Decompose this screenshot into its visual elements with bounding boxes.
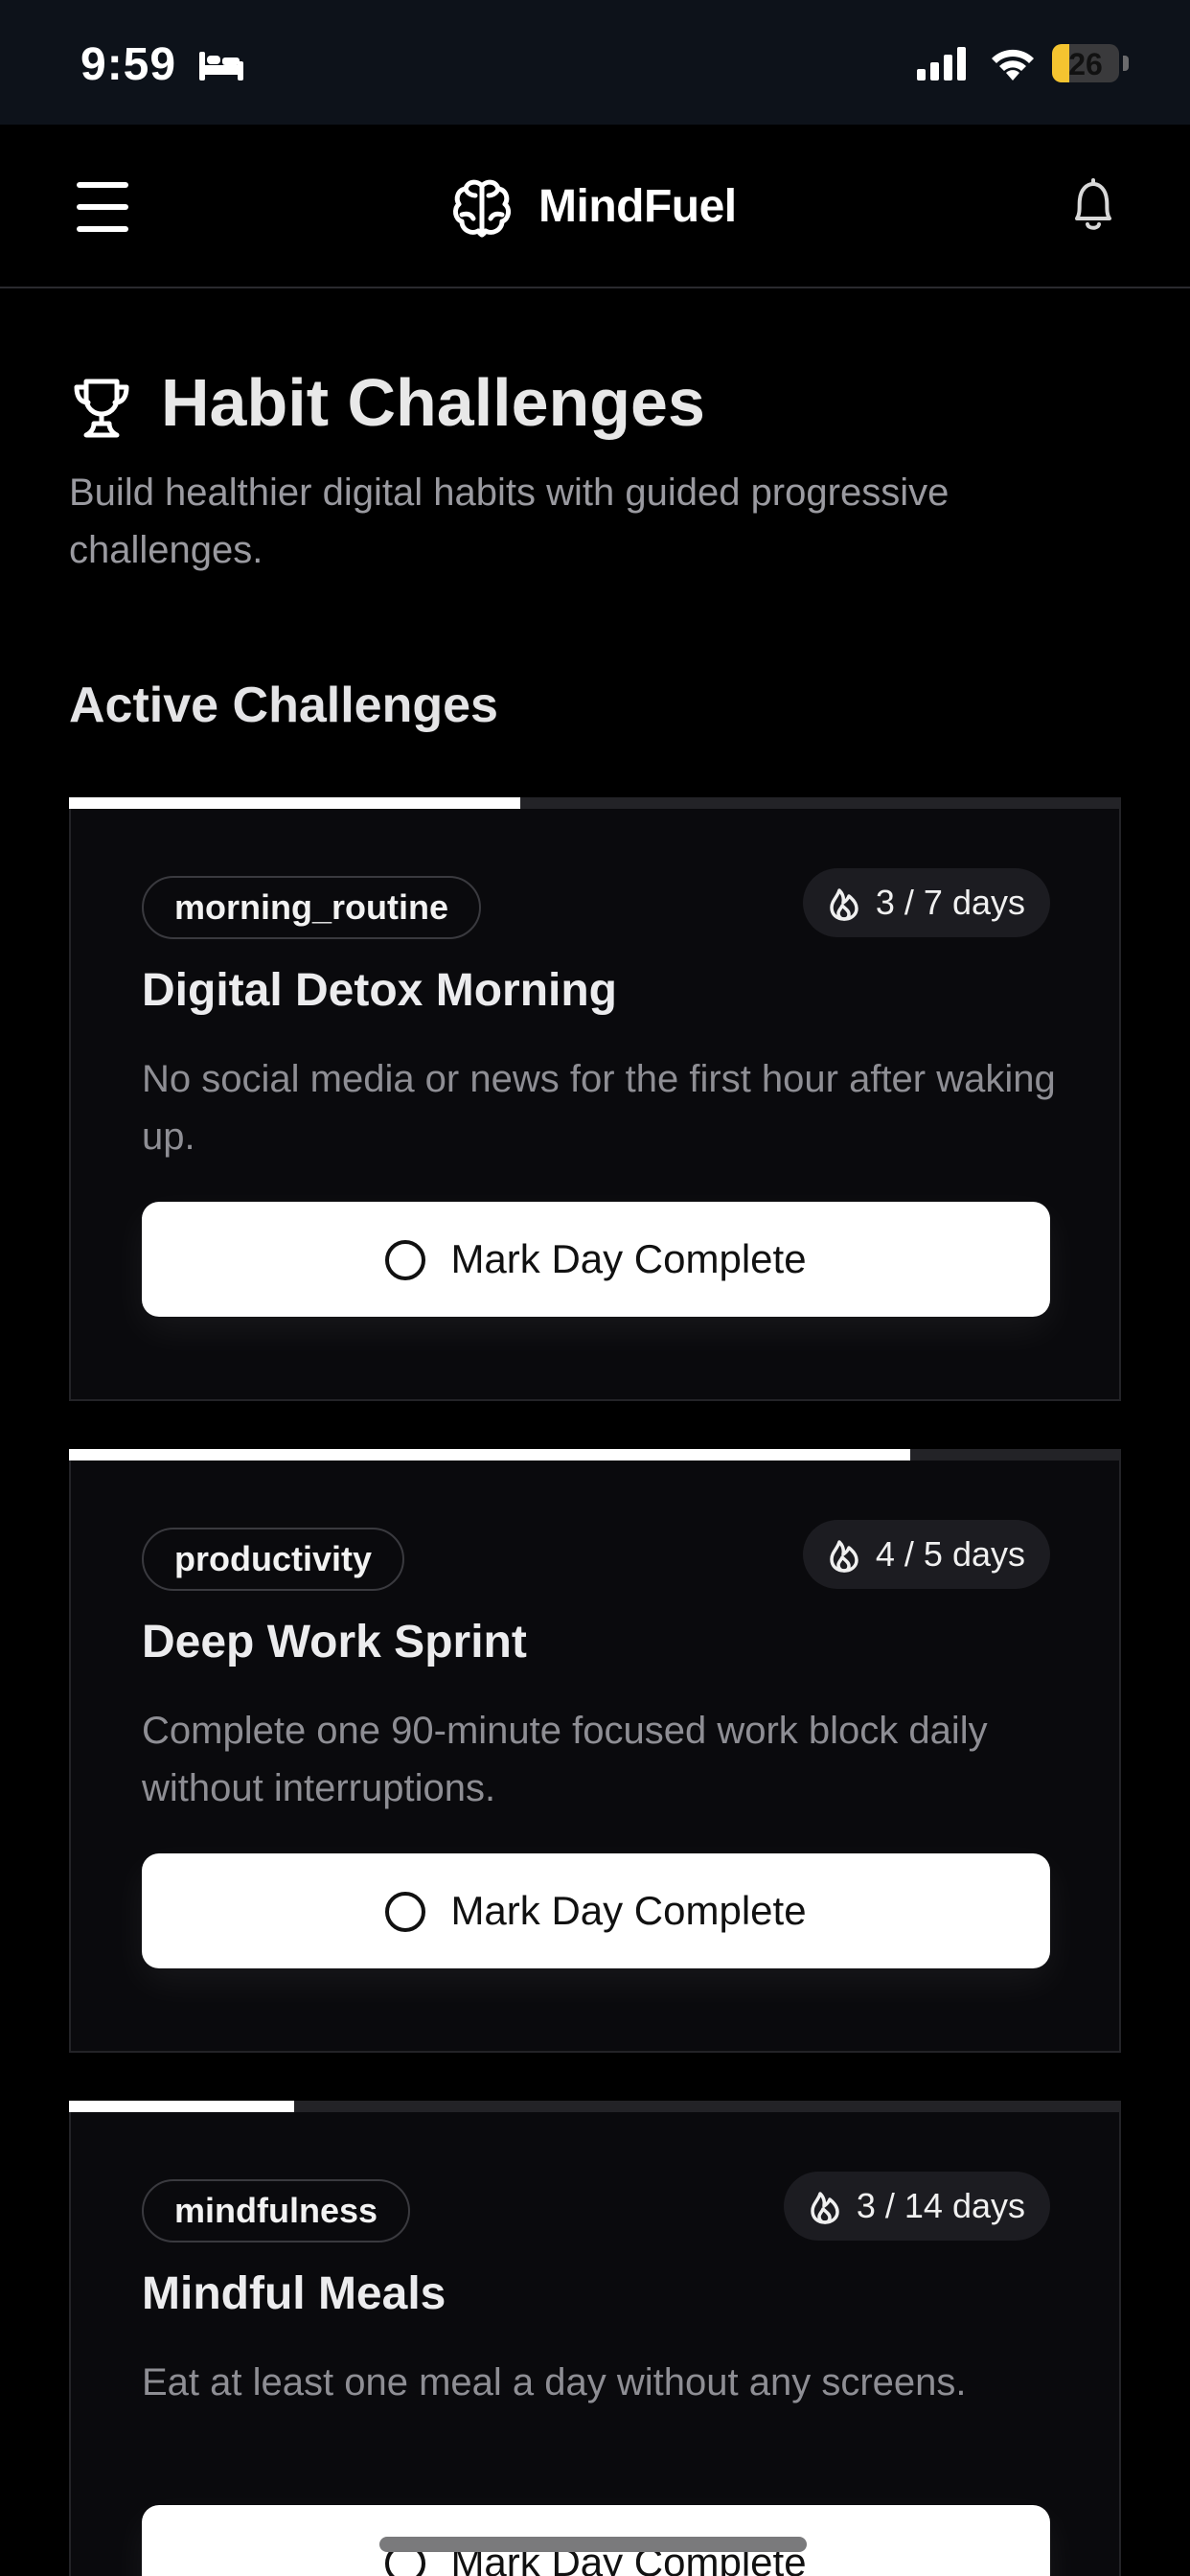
challenge-days-label: 3 / 7 days bbox=[875, 883, 1025, 922]
battery-level: 26 bbox=[1068, 47, 1103, 81]
flame-icon bbox=[830, 1540, 858, 1573]
challenge-days-badge: 3 / 7 days bbox=[802, 868, 1050, 937]
home-indicator[interactable] bbox=[379, 2537, 807, 2552]
bed-icon bbox=[199, 52, 243, 80]
challenge-category-tag: morning_routine bbox=[142, 876, 481, 939]
challenge-card: productivity 4 / 5 days Deep Work Sprint… bbox=[69, 1449, 1121, 2053]
mark-day-complete-label: Mark Day Complete bbox=[450, 1888, 807, 1933]
challenge-category-tag: mindfulness bbox=[142, 2179, 411, 2242]
challenge-card: morning_routine 3 / 7 days Digital Detox… bbox=[69, 797, 1121, 1401]
challenge-progress-fill bbox=[69, 797, 520, 809]
challenge-days-label: 4 / 5 days bbox=[875, 1534, 1025, 1574]
challenge-days-label: 3 / 14 days bbox=[856, 2186, 1025, 2225]
challenge-progress-bar bbox=[69, 2101, 1121, 2112]
menu-icon-line bbox=[77, 226, 128, 232]
mark-day-complete-label: Mark Day Complete bbox=[450, 1236, 807, 1281]
trophy-icon bbox=[74, 379, 129, 438]
battery-tip bbox=[1123, 56, 1129, 71]
challenge-days-badge: 3 / 14 days bbox=[783, 2172, 1050, 2241]
section-title: Active Challenges bbox=[69, 678, 498, 733]
page-title: Habit Challenges bbox=[161, 365, 705, 440]
flame-icon bbox=[811, 2192, 839, 2224]
brand-logo[interactable]: MindFuel bbox=[450, 172, 767, 242]
mark-day-complete-button[interactable]: Mark Day Complete bbox=[142, 1202, 1050, 1317]
challenge-progress-bar bbox=[69, 1449, 1121, 1460]
circle-icon bbox=[385, 1892, 426, 1932]
challenge-title: Digital Detox Morning bbox=[142, 965, 617, 1016]
circle-icon bbox=[385, 1240, 426, 1280]
challenge-card: mindfulness 3 / 14 days Mindful Meals Ea… bbox=[69, 2101, 1121, 2576]
bell-icon[interactable] bbox=[1064, 174, 1123, 238]
challenge-days-badge: 4 / 5 days bbox=[802, 1520, 1050, 1589]
challenge-title: Mindful Meals bbox=[142, 2268, 446, 2319]
menu-icon-line bbox=[77, 182, 128, 188]
signal-icon bbox=[917, 47, 966, 80]
challenge-description: Eat at least one meal a day without any … bbox=[142, 2361, 967, 2404]
habit-challenges-screen: 9:59 26 MindFuel Habit Challenges Build … bbox=[0, 0, 1190, 2576]
app-name: MindFuel bbox=[538, 181, 737, 232]
menu-button[interactable] bbox=[75, 180, 132, 234]
challenge-title: Deep Work Sprint bbox=[142, 1617, 527, 1668]
challenge-description: Complete one 90-minute focused work bloc… bbox=[142, 1710, 988, 1809]
status-time: 9:59 bbox=[80, 39, 177, 90]
wifi-icon bbox=[992, 49, 1034, 80]
challenge-progress-fill bbox=[69, 1449, 911, 1460]
mark-day-complete-button[interactable]: Mark Day Complete bbox=[142, 1853, 1050, 1968]
menu-icon-line bbox=[77, 204, 128, 210]
challenge-category-tag: productivity bbox=[142, 1528, 405, 1591]
challenge-progress-fill bbox=[69, 2101, 295, 2112]
app-header: MindFuel bbox=[0, 125, 1190, 288]
brain-icon bbox=[452, 179, 512, 238]
battery-icon: 26 bbox=[1052, 44, 1119, 82]
status-bar: 9:59 26 bbox=[0, 0, 1190, 125]
challenge-description: No social media or news for the first ho… bbox=[142, 1058, 1056, 1158]
challenge-progress-bar bbox=[69, 797, 1121, 809]
flame-icon bbox=[830, 888, 858, 921]
page-subtitle: Build healthier digital habits with guid… bbox=[69, 472, 950, 571]
